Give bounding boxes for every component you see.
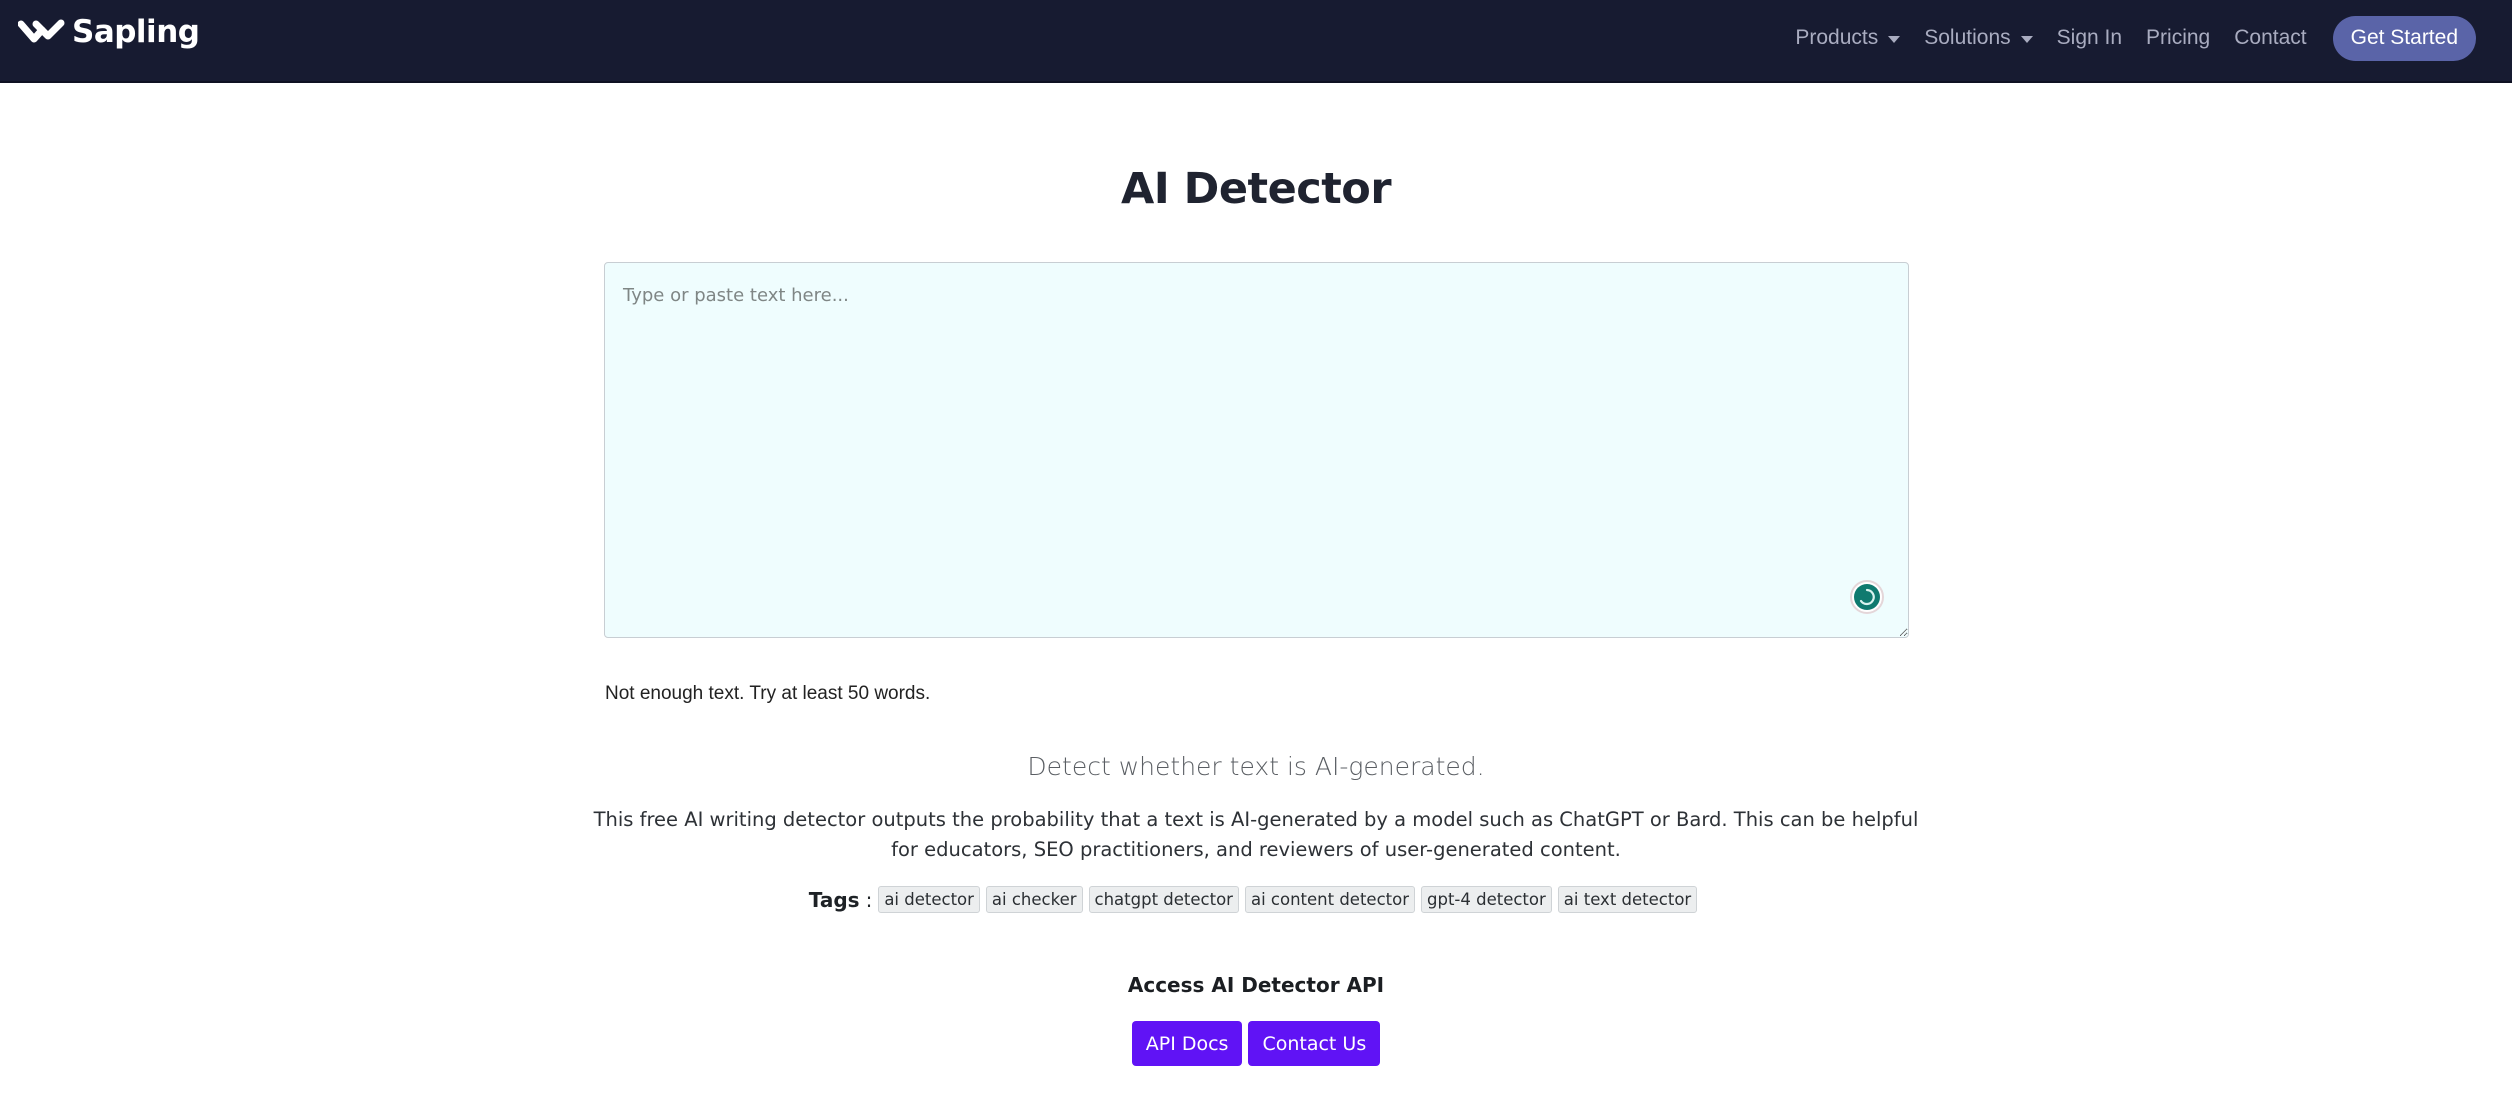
text-input[interactable]: [605, 263, 1908, 637]
tag-chip[interactable]: ai checker: [985, 886, 1083, 913]
nav-products-label: Products: [1795, 26, 1879, 49]
get-started-button[interactable]: Get Started: [2332, 15, 2476, 61]
tags-colon: :: [865, 887, 873, 912]
nav-contact-link[interactable]: Contact: [2234, 26, 2306, 50]
api-buttons: API Docs Contact Us: [0, 1021, 2512, 1066]
tag-chip[interactable]: ai text detector: [1557, 886, 1698, 913]
page-subtitle: Detect whether text is AI-generated.: [1027, 752, 1485, 781]
contact-us-button[interactable]: Contact Us: [1248, 1021, 1381, 1066]
tag-chip[interactable]: ai detector: [878, 886, 980, 913]
loading-spinner-icon: [1854, 584, 1880, 610]
nav-products-dropdown[interactable]: Products: [1795, 26, 1901, 50]
tags-label: Tags: [808, 887, 860, 912]
caret-down-icon: [2020, 35, 2033, 43]
word-count-notice: Not enough text. Try at least 50 words.: [605, 683, 931, 704]
tag-chip[interactable]: gpt-4 detector: [1421, 886, 1552, 913]
nav-sign-in-link[interactable]: Sign In: [2057, 26, 2122, 50]
brand-logo-link[interactable]: Sapling: [18, 14, 200, 50]
top-navbar: Sapling Products Solutions Sign In Prici…: [0, 0, 2512, 83]
page-title: AI Detector: [1120, 164, 1392, 214]
api-heading: Access AI Detector API: [1127, 973, 1385, 997]
tags-row: Tags : ai detector ai checker chatgpt de…: [0, 886, 2512, 913]
nav-pricing-link[interactable]: Pricing: [2146, 26, 2210, 50]
nav-solutions-dropdown[interactable]: Solutions: [1924, 26, 2033, 50]
brand-name: Sapling: [72, 14, 200, 50]
tag-chip[interactable]: ai content detector: [1244, 886, 1415, 913]
nav-solutions-label: Solutions: [1924, 26, 2011, 49]
text-editor-container: [604, 262, 1909, 638]
sapling-logo-icon: [18, 19, 65, 43]
detector-status-button[interactable]: [1850, 580, 1884, 614]
tag-chip[interactable]: chatgpt detector: [1088, 886, 1239, 913]
caret-down-icon: [1888, 35, 1901, 43]
api-docs-button[interactable]: API Docs: [1131, 1021, 1243, 1066]
description-text: This free AI writing detector outputs th…: [593, 808, 1919, 861]
nav-links: Products Solutions Sign In Pricing Conta…: [1795, 15, 2476, 61]
